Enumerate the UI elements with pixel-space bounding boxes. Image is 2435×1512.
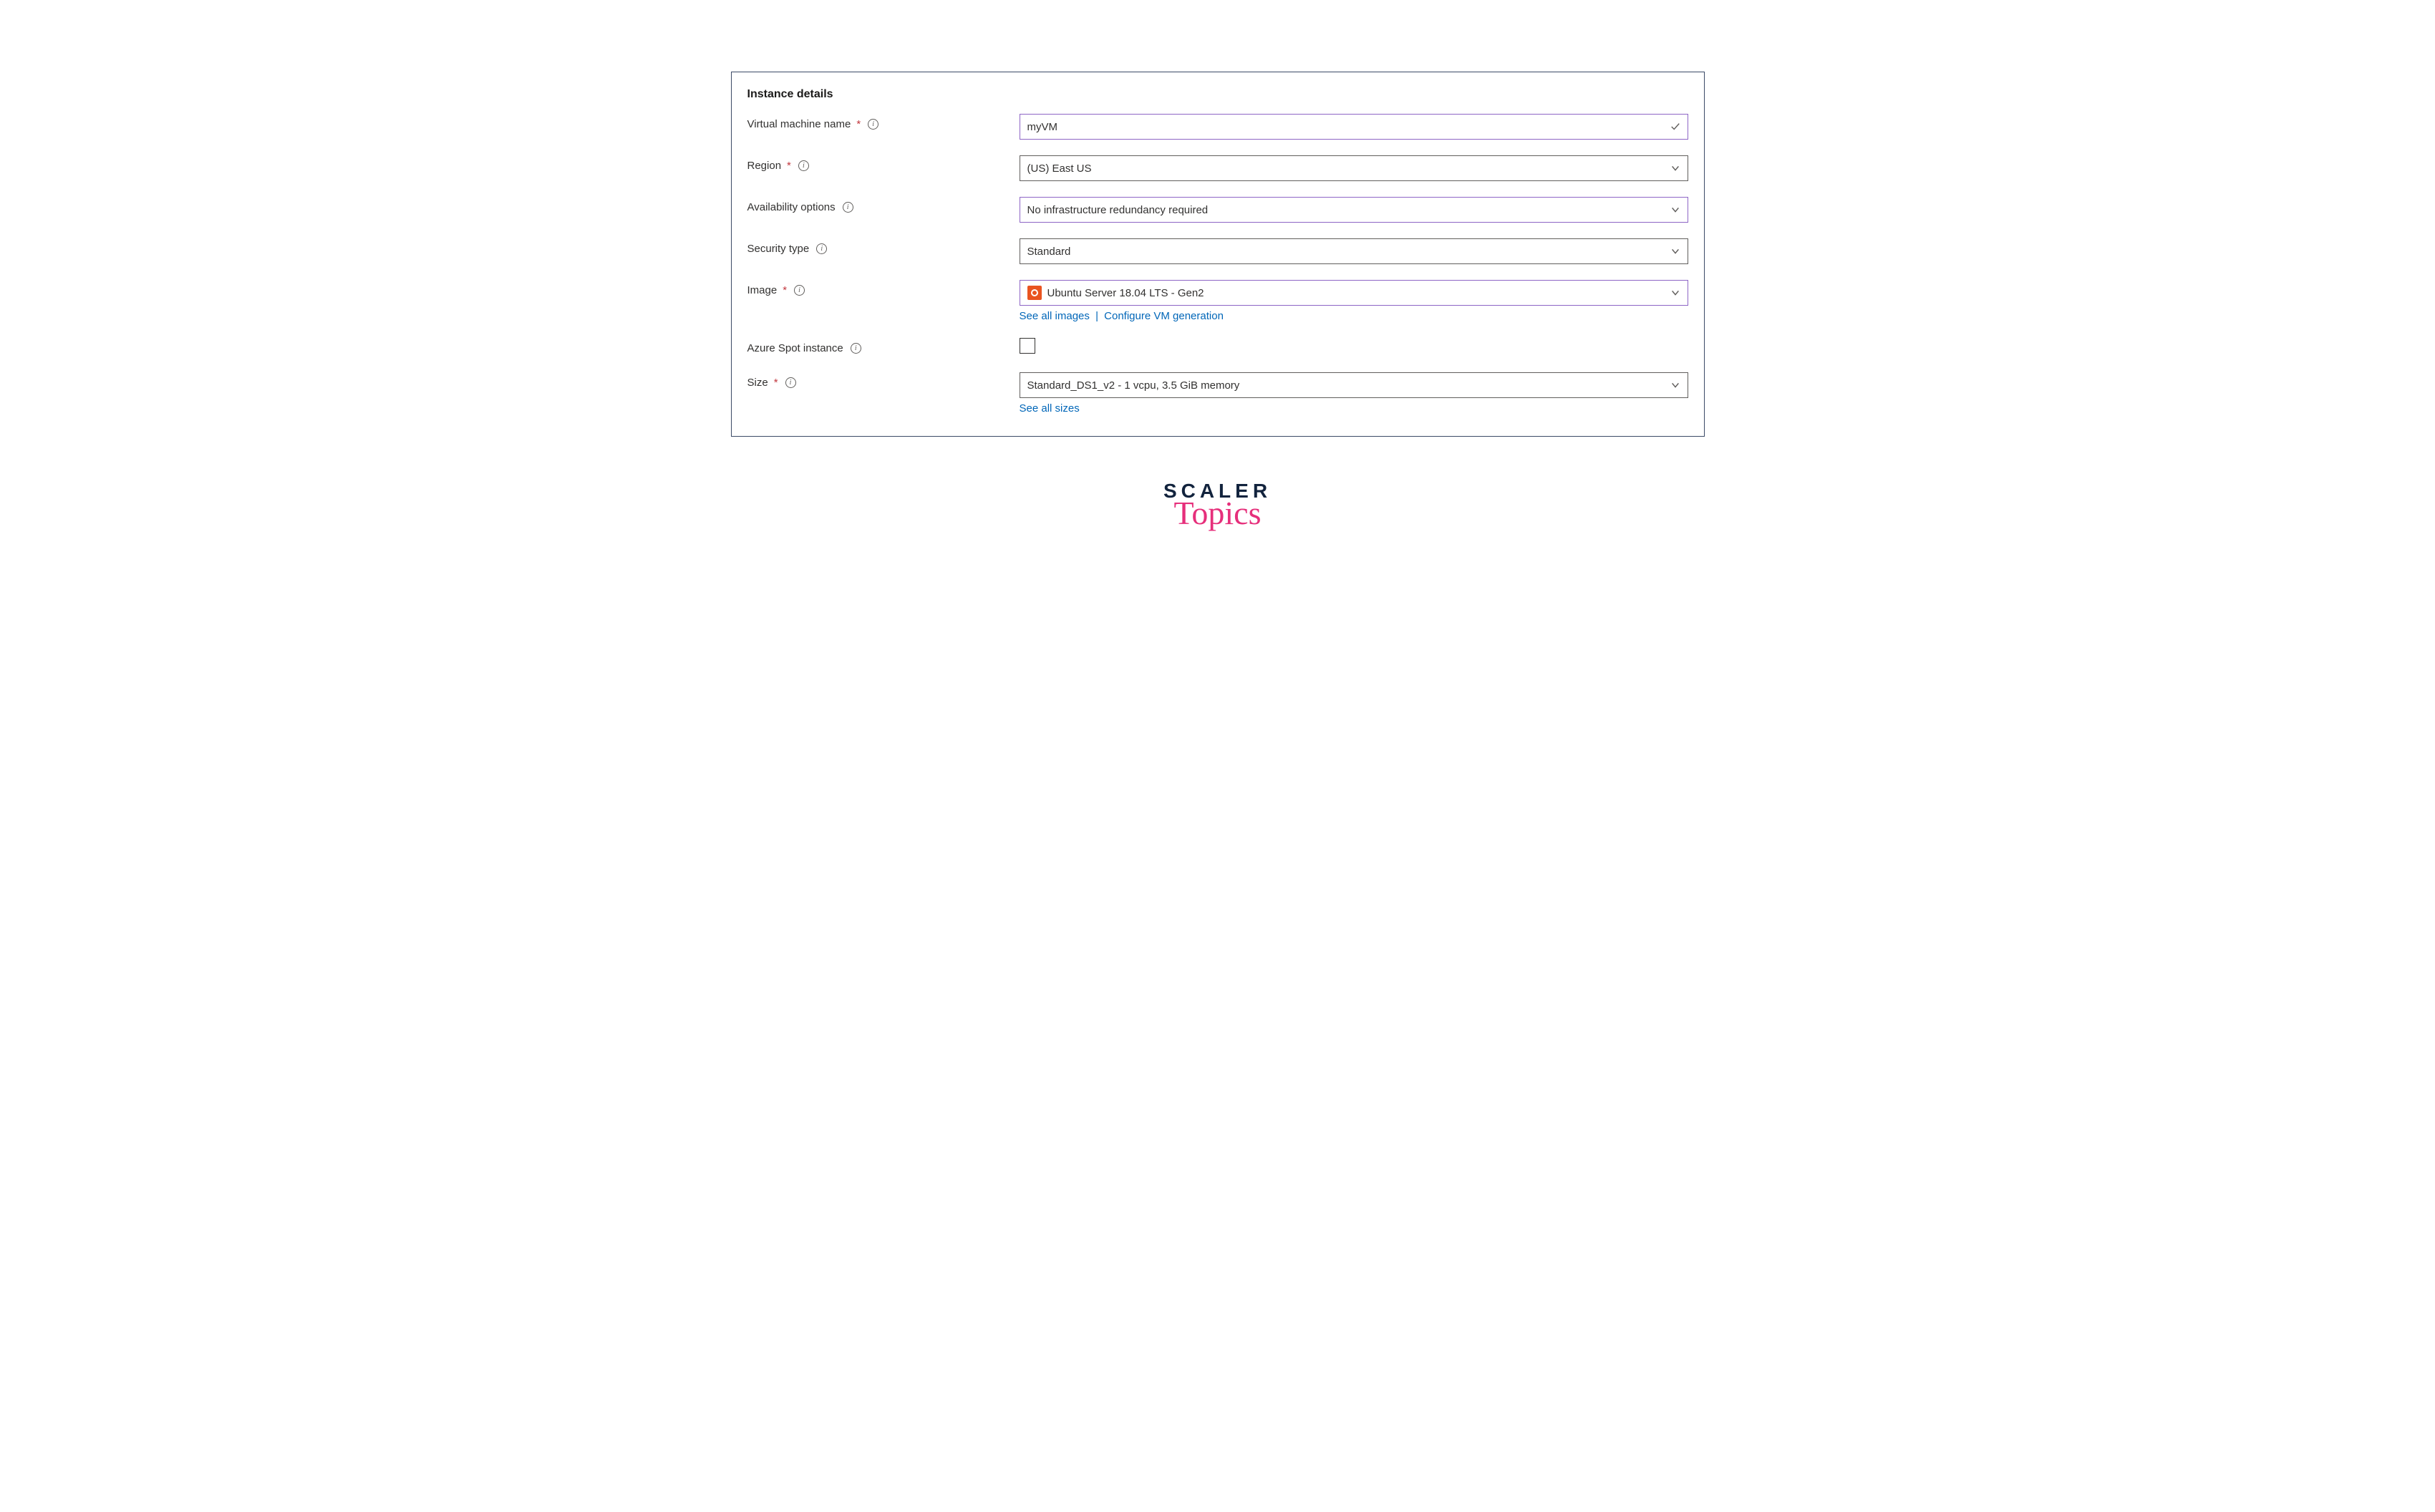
label-size: Size * i (747, 372, 1020, 389)
label-text-vm-name: Virtual machine name (747, 118, 851, 130)
security-select[interactable]: Standard (1020, 238, 1688, 264)
row-availability: Availability options i No infrastructure… (747, 197, 1688, 223)
info-icon[interactable]: i (843, 202, 853, 213)
availability-value: No infrastructure redundancy required (1027, 204, 1670, 216)
required-marker: * (774, 377, 778, 389)
label-text-size: Size (747, 377, 768, 389)
chevron-down-icon (1670, 380, 1680, 390)
row-security: Security type i Standard (747, 238, 1688, 264)
row-spot: Azure Spot instance i (747, 338, 1688, 357)
row-size: Size * i Standard_DS1_v2 - 1 vcpu, 3.5 G… (747, 372, 1688, 415)
security-value: Standard (1027, 246, 1670, 258)
row-image: Image * i Ubuntu Server 18.04 LTS - Gen2… (747, 280, 1688, 322)
check-icon (1670, 122, 1680, 132)
row-region: Region * i (US) East US (747, 155, 1688, 181)
info-icon[interactable]: i (816, 243, 827, 254)
label-security: Security type i (747, 238, 1020, 255)
spot-checkbox[interactable] (1020, 338, 1035, 354)
chevron-down-icon (1670, 163, 1680, 173)
chevron-down-icon (1670, 288, 1680, 298)
see-all-images-link[interactable]: See all images (1020, 310, 1090, 322)
required-marker: * (856, 118, 861, 130)
label-text-region: Region (747, 160, 782, 172)
required-marker: * (783, 284, 787, 296)
size-value: Standard_DS1_v2 - 1 vcpu, 3.5 GiB memory (1027, 379, 1670, 392)
region-select[interactable]: (US) East US (1020, 155, 1688, 181)
image-helper: See all images | Configure VM generation (1020, 310, 1688, 322)
info-icon[interactable]: i (851, 343, 861, 354)
instance-details-panel: Instance details Virtual machine name * … (731, 72, 1705, 437)
label-spot: Azure Spot instance i (747, 338, 1020, 354)
ubuntu-icon (1027, 286, 1042, 300)
label-image: Image * i (747, 280, 1020, 296)
see-all-sizes-link[interactable]: See all sizes (1020, 402, 1080, 415)
label-text-image: Image (747, 284, 778, 296)
info-icon[interactable]: i (798, 160, 809, 171)
info-icon[interactable]: i (785, 377, 796, 388)
brand-logo: SCALER Topics (731, 480, 1705, 532)
image-value: Ubuntu Server 18.04 LTS - Gen2 (1047, 287, 1670, 299)
image-select[interactable]: Ubuntu Server 18.04 LTS - Gen2 (1020, 280, 1688, 306)
row-vm-name: Virtual machine name * i myVM (747, 114, 1688, 140)
chevron-down-icon (1670, 205, 1680, 215)
label-text-availability: Availability options (747, 201, 836, 213)
size-select[interactable]: Standard_DS1_v2 - 1 vcpu, 3.5 GiB memory (1020, 372, 1688, 398)
section-title: Instance details (747, 88, 1688, 101)
label-vm-name: Virtual machine name * i (747, 114, 1020, 130)
size-helper: See all sizes (1020, 402, 1688, 415)
availability-select[interactable]: No infrastructure redundancy required (1020, 197, 1688, 223)
info-icon[interactable]: i (868, 119, 878, 130)
label-text-spot: Azure Spot instance (747, 342, 843, 354)
vm-name-input[interactable]: myVM (1020, 114, 1688, 140)
info-icon[interactable]: i (794, 285, 805, 296)
chevron-down-icon (1670, 246, 1680, 256)
label-region: Region * i (747, 155, 1020, 172)
separator: | (1095, 310, 1098, 322)
configure-vm-generation-link[interactable]: Configure VM generation (1104, 310, 1224, 322)
region-value: (US) East US (1027, 163, 1670, 175)
label-availability: Availability options i (747, 197, 1020, 213)
brand-line2: Topics (731, 494, 1705, 532)
vm-name-value: myVM (1027, 121, 1670, 133)
required-marker: * (787, 160, 791, 172)
label-text-security: Security type (747, 243, 810, 255)
